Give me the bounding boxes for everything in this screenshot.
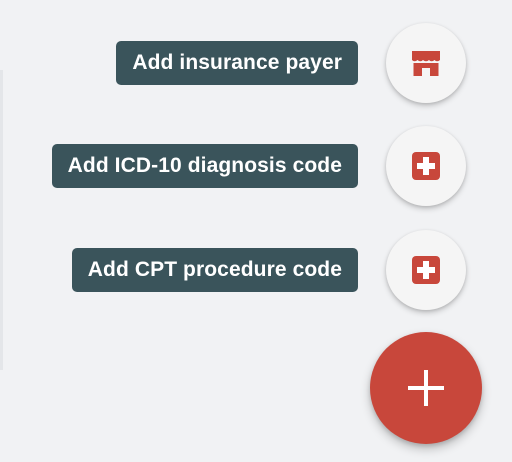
speed-dial-main-button[interactable] [370,332,482,444]
store-icon [412,51,440,76]
speed-dial-action-add-icd10-code[interactable]: Add ICD-10 diagnosis code [51,126,466,206]
speed-dial-action-add-cpt-code[interactable]: Add CPT procedure code [71,230,466,310]
speed-dial: Add insurance payer Add ICD-10 diagnosis… [0,0,512,462]
add-cpt-procedure-code-button[interactable] [386,230,466,310]
medical-cross-icon [412,152,440,180]
medical-cross-icon [412,256,440,284]
speed-dial-action-add-insurance-payer[interactable]: Add insurance payer [116,23,466,103]
add-icd10-diagnosis-code-button[interactable] [386,126,466,206]
add-insurance-payer-button[interactable] [386,23,466,103]
action-tooltip: Add ICD-10 diagnosis code [51,144,358,188]
plus-icon [408,370,444,406]
action-tooltip: Add CPT procedure code [71,248,358,292]
action-tooltip: Add insurance payer [116,41,358,85]
